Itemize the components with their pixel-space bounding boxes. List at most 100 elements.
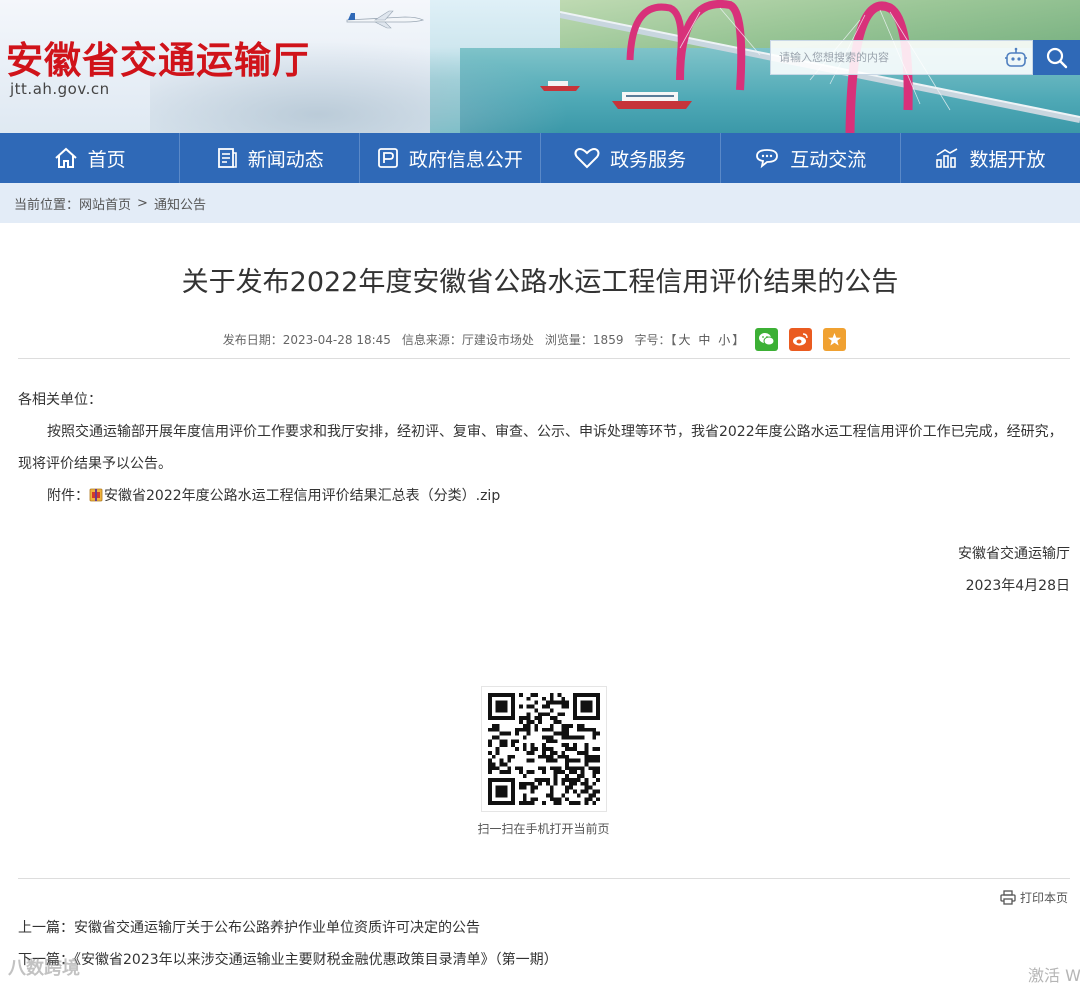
robot-assistant-icon[interactable] [1004,47,1028,69]
qr-module [488,743,492,748]
qr-module [545,704,550,709]
search-icon [1046,47,1067,68]
qr-module [576,774,581,778]
qr-module [584,754,589,759]
qr-module [557,766,562,771]
nav-item-services[interactable]: 政务服务 [541,133,721,183]
qr-module [576,758,581,763]
chat-icon [756,149,779,169]
qr-module [511,801,516,805]
qr-module [584,716,589,721]
site-title[interactable]: 安徽省交通运输厅 [6,30,310,84]
attachment-link[interactable]: 安徽省2022年度公路水运工程信用评价结果汇总表（分类）.zip [104,488,500,504]
qr-module [503,731,508,736]
qr-module [584,693,589,697]
font-size-medium[interactable]: 中 [698,333,710,347]
nav-item-gov-info[interactable]: 政府信息公开 [360,133,541,183]
qr-module [569,735,573,740]
next-article-link[interactable]: 《安徽省2023年以来涉交通运输业主要财税金融优惠政策目录清单》（第一期） [74,952,558,968]
favorite-button[interactable] [823,328,847,351]
qr-module [499,785,504,790]
qr-module [580,716,585,721]
qr-module [592,758,597,763]
qr-module [530,743,535,748]
qr-module [522,747,527,751]
share-weibo-button[interactable] [789,328,813,351]
prev-article-link[interactable]: 安徽省交通运输厅关于公布公路养护作业单位资质许可决定的公告 [74,920,480,936]
qr-module [511,700,516,705]
qr-module [545,747,550,751]
qr-module [499,770,504,775]
qr-module [565,758,570,763]
qr-module [488,781,492,786]
qr-module [584,785,589,790]
qr-module [545,793,550,798]
nav-item-home[interactable]: 首页 [0,133,181,183]
qr-module [572,693,577,697]
qr-module [507,766,512,771]
qr-module [580,704,585,709]
qr-module [499,801,504,805]
qr-module [522,723,527,728]
prev-article: 上一篇：安徽省交通运输厅关于公布公路养护作业单位资质许可决定的公告 [18,917,480,937]
font-size-large[interactable]: 大 [679,333,691,347]
qr-module [518,727,523,732]
font-size-small[interactable]: 小 [718,333,730,347]
qr-module [538,720,543,724]
qr-module [491,754,496,759]
qr-module [596,770,600,775]
qr-module [511,704,516,709]
nav-item-data[interactable]: 数据开放 [901,133,1080,183]
qr-module [572,770,577,775]
qr-module [488,712,492,717]
qr-module [572,712,577,717]
qr-module [576,801,581,805]
qr-module [565,789,570,794]
qr-module [522,785,527,790]
search-input[interactable] [779,41,999,74]
qr-module [495,716,500,721]
qr-module [511,743,516,748]
share-wechat-button[interactable] [755,328,779,351]
qr-module [530,801,535,805]
qr-module [576,723,581,728]
qr-module [561,696,566,701]
qr-module [596,754,600,759]
nav-item-interaction[interactable]: 互动交流 [721,133,901,183]
qr-module [518,693,523,697]
qr-module [561,743,566,748]
qr-module [499,693,504,697]
qr-module [518,770,523,775]
qr-module [596,696,600,701]
qr-module [526,716,531,721]
breadcrumb-current-link[interactable]: 通知公告 [154,194,206,213]
qr-module [542,750,546,755]
nav-item-news[interactable]: 新闻动态 [180,133,361,183]
boat-icon [540,81,580,91]
qr-module [584,750,589,755]
qr-module [565,754,570,759]
qr-module [488,693,492,697]
qr-module [522,743,527,748]
qr-module [561,750,566,755]
qr-module [503,785,508,790]
qr-module [499,716,504,721]
qr-module [545,777,550,782]
qr-module [569,723,573,728]
qr-module [565,766,570,771]
qr-module [592,716,597,721]
qr-module [561,781,566,786]
qr-module [576,766,581,771]
breadcrumb-home-link[interactable]: 网站首页 [79,194,131,213]
qr-module [518,716,523,721]
site-domain: jtt.ah.gov.cn [10,80,110,98]
qr-module [592,735,597,740]
qr-module [542,735,546,740]
qr-module [488,801,492,805]
qr-module [488,758,492,763]
qr-module [488,766,492,771]
qr-module [495,693,500,697]
print-button[interactable]: 打印本页 [1000,889,1068,906]
search-button[interactable] [1033,40,1080,75]
qr-module [538,712,543,717]
